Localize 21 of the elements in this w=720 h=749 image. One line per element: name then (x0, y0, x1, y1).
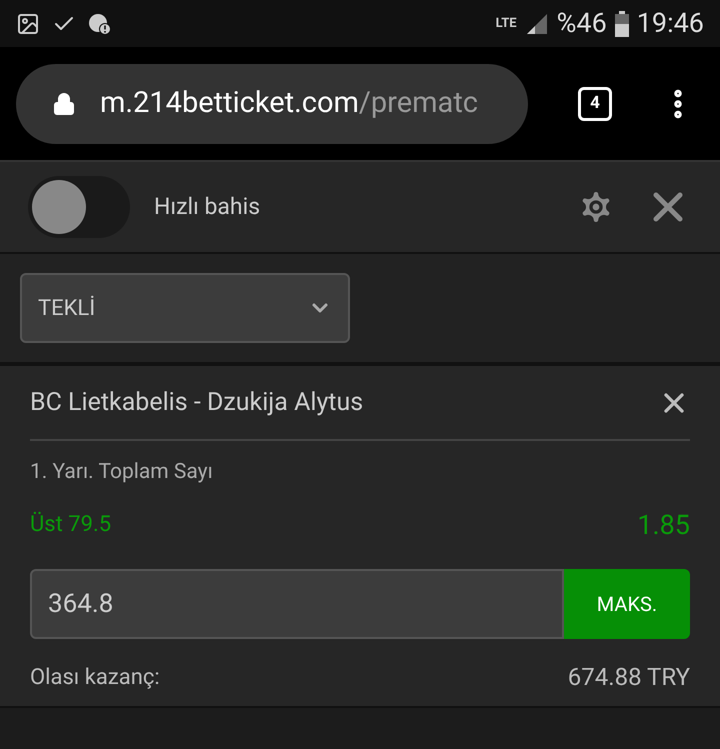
payout-label: Olası kazanç: (30, 664, 160, 692)
selection: Üst 79.5 (30, 510, 112, 540)
stake-field[interactable]: 364.8 (30, 569, 564, 639)
signal-icon (524, 12, 549, 36)
network-type: LTE (496, 17, 517, 30)
quick-bet-label: Hızlı bahis (154, 192, 260, 222)
tab-count-button[interactable]: 4 (578, 86, 612, 120)
gallery-icon (16, 12, 40, 36)
match-title: BC Lietkabelis - Dzukija Alytus (30, 386, 364, 419)
odds: 1.85 (637, 508, 690, 542)
market-name: 1. Yarı. Toplam Sayı (30, 459, 214, 486)
url-text: m.214betticket.com/prematc (100, 84, 478, 122)
lock-icon (52, 92, 76, 116)
battery-percent: %46 (556, 6, 607, 42)
payout-amount: 674.88 TRY (568, 662, 690, 693)
bet-type-dropdown[interactable]: TEKLİ (20, 273, 350, 343)
alert-icon (88, 12, 112, 36)
clock: 19:46 (636, 6, 704, 42)
battery-icon (614, 10, 629, 36)
max-button[interactable]: MAKS. (564, 569, 690, 639)
address-bar[interactable]: m.214betticket.com/prematc (16, 64, 528, 144)
